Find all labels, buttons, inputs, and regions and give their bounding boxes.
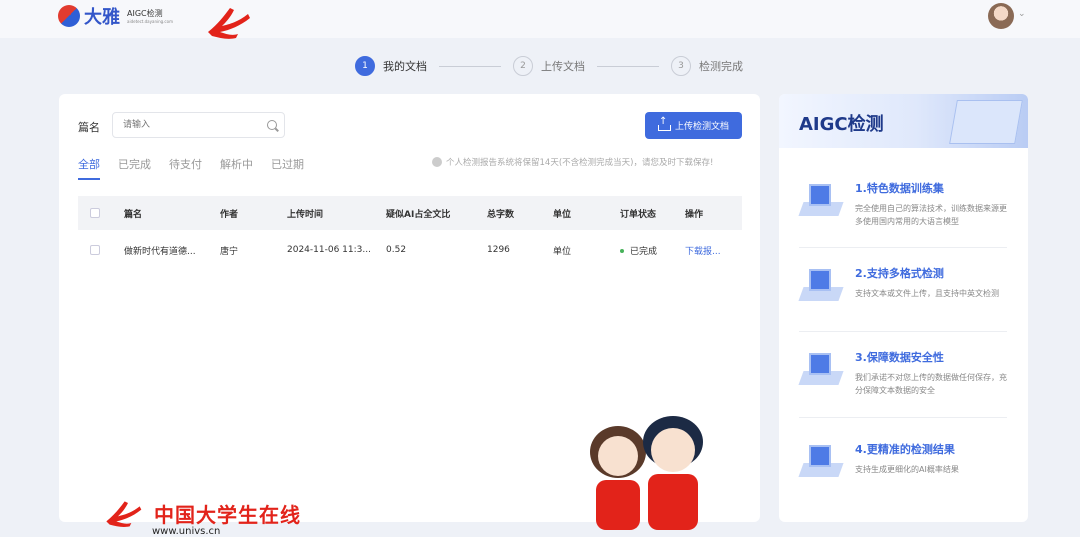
row-word-count: 1296 xyxy=(487,245,510,255)
univs-name: 中国大学生在线 xyxy=(154,502,301,527)
feature-desc: 支持生成更细化的AI概率结果 xyxy=(855,465,959,474)
step-number: 1 xyxy=(355,56,375,76)
tab-expired[interactable]: 已过期 xyxy=(271,156,304,180)
brand-mark-icon xyxy=(58,5,80,27)
table-row: 做新时代有道德... 唐宁 2024-11-06 11:3... 0.52 12… xyxy=(78,230,742,270)
status-tabs: 全部 已完成 待支付 解析中 已过期 xyxy=(78,156,304,180)
chevron-down-icon[interactable]: ⌄ xyxy=(1018,9,1026,19)
feature-item: 2.支持多格式检测 支持文本或文件上传，且支持中英文检测 xyxy=(798,265,1009,305)
brand-sub-url: aidetect.dayaning.com xyxy=(127,19,173,24)
brand-logo[interactable]: 大雅 AIGC检测 aidetect.dayaning.com xyxy=(58,3,173,29)
column-header-word-count: 总字数 xyxy=(487,209,515,220)
feature-item: 3.保障数据安全性 我们承诺不对您上传的数据做任何保存，充分保障文本数据的安全 xyxy=(798,349,1009,397)
step-detection-complete: 3 检测完成 xyxy=(671,56,743,76)
row-upload-time: 2024-11-06 11:3... xyxy=(287,245,371,255)
upload-document-button[interactable]: 上传检测文档 xyxy=(645,112,742,139)
step-connector xyxy=(439,65,501,67)
security-icon xyxy=(798,349,844,389)
column-header-ai-ratio: 疑似AI占全文比 xyxy=(386,209,451,220)
feature-title: 3.保障数据安全性 xyxy=(855,351,944,364)
step-number: 2 xyxy=(513,56,533,76)
divider xyxy=(799,331,1007,332)
univs-watermark: 中国大学生在线 www.univs.cn xyxy=(100,498,301,537)
row-checkbox[interactable] xyxy=(90,245,100,255)
dataset-icon xyxy=(798,180,844,220)
select-all-checkbox[interactable] xyxy=(90,208,100,218)
feature-item: 1.特色数据训练集 完全使用自己的算法技术，训练数据来源更多使用国内常用的大语言… xyxy=(798,180,1009,228)
feature-desc: 支持文本或文件上传，且支持中英文检测 xyxy=(855,289,999,298)
download-report-link[interactable]: 下载报... xyxy=(685,244,721,257)
aigc-info-panel: AIGC检测 1.特色数据训练集 完全使用自己的算法技术，训练数据来源更多使用国… xyxy=(779,94,1028,522)
column-header-author: 作者 xyxy=(220,209,239,220)
brand-name: 大雅 xyxy=(84,7,120,28)
documents-table: 篇名 作者 上传时间 疑似AI占全文比 总字数 单位 订单状态 操作 做新时代有… xyxy=(78,196,742,270)
feature-title: 2.支持多格式检测 xyxy=(855,267,944,280)
feature-desc: 我们承诺不对您上传的数据做任何保存，充分保障文本数据的安全 xyxy=(855,373,1007,395)
header-illustration-icon xyxy=(949,100,1023,144)
info-icon xyxy=(432,157,442,167)
progress-steps: 1 我的文档 2 上传文档 3 检测完成 xyxy=(355,56,743,76)
univs-url: www.univs.cn xyxy=(152,526,221,537)
row-unit: 单位 xyxy=(553,246,572,257)
tab-pending-payment[interactable]: 待支付 xyxy=(169,156,202,180)
column-header-unit: 单位 xyxy=(553,209,572,220)
search-icon[interactable] xyxy=(267,120,277,130)
aigc-info-header: AIGC检测 xyxy=(779,94,1028,148)
row-author: 唐宁 xyxy=(220,246,239,257)
multi-format-icon xyxy=(798,265,844,305)
title-filter-label: 篇名 xyxy=(78,121,100,134)
row-status: 已完成 xyxy=(620,244,657,257)
upload-icon xyxy=(657,116,671,131)
table-header: 篇名 作者 上传时间 疑似AI占全文比 总字数 单位 订单状态 操作 xyxy=(78,196,742,230)
tab-all[interactable]: 全部 xyxy=(78,156,100,180)
retention-notice-text: 个人检测报告系统将保留14天(不含检测完成当天)，请您及时下载保存! xyxy=(446,158,714,168)
divider xyxy=(799,417,1007,418)
step-number: 3 xyxy=(671,56,691,76)
mascot-illustration xyxy=(590,416,703,530)
row-ai-ratio: 0.52 xyxy=(386,245,407,255)
divider xyxy=(799,247,1007,248)
step-label: 我的文档 xyxy=(383,60,427,73)
user-avatar[interactable] xyxy=(988,3,1014,29)
column-header-upload-time: 上传时间 xyxy=(287,209,324,220)
top-bar: 大雅 AIGC检测 aidetect.dayaning.com ⌄ xyxy=(0,0,1080,39)
feature-title: 4.更精准的检测结果 xyxy=(855,443,955,456)
title-search-input[interactable] xyxy=(112,112,285,138)
column-header-title: 篇名 xyxy=(124,209,143,220)
retention-notice: 个人检测报告系统将保留14天(不含检测完成当天)，请您及时下载保存! xyxy=(432,156,713,168)
step-label: 检测完成 xyxy=(699,60,743,73)
step-connector xyxy=(597,65,659,67)
univs-logo-icon xyxy=(208,8,250,39)
univs-footer-logo-icon xyxy=(106,501,142,528)
column-header-action: 操作 xyxy=(685,209,704,220)
tab-parsing[interactable]: 解析中 xyxy=(220,156,253,180)
feature-desc: 完全使用自己的算法技术，训练数据来源更多使用国内常用的大语言模型 xyxy=(855,204,1007,226)
brand-sub-title: AIGC检测 xyxy=(127,9,163,18)
column-header-status: 订单状态 xyxy=(620,209,657,220)
step-upload-document: 2 上传文档 xyxy=(513,56,585,76)
status-dot-icon xyxy=(620,249,624,253)
brand-sub: AIGC检测 aidetect.dayaning.com xyxy=(127,8,173,24)
accuracy-chart-icon xyxy=(798,441,844,481)
row-title: 做新时代有道德... xyxy=(124,246,196,257)
row-status-label: 已完成 xyxy=(630,246,658,257)
feature-item: 4.更精准的检测结果 支持生成更细化的AI概率结果 xyxy=(798,441,1009,481)
step-my-documents: 1 我的文档 xyxy=(355,56,427,76)
step-label: 上传文档 xyxy=(541,60,585,73)
aigc-info-title: AIGC检测 xyxy=(799,114,884,135)
upload-button-label: 上传检测文档 xyxy=(674,122,729,132)
feature-title: 1.特色数据训练集 xyxy=(855,182,944,195)
tab-completed[interactable]: 已完成 xyxy=(118,156,151,180)
